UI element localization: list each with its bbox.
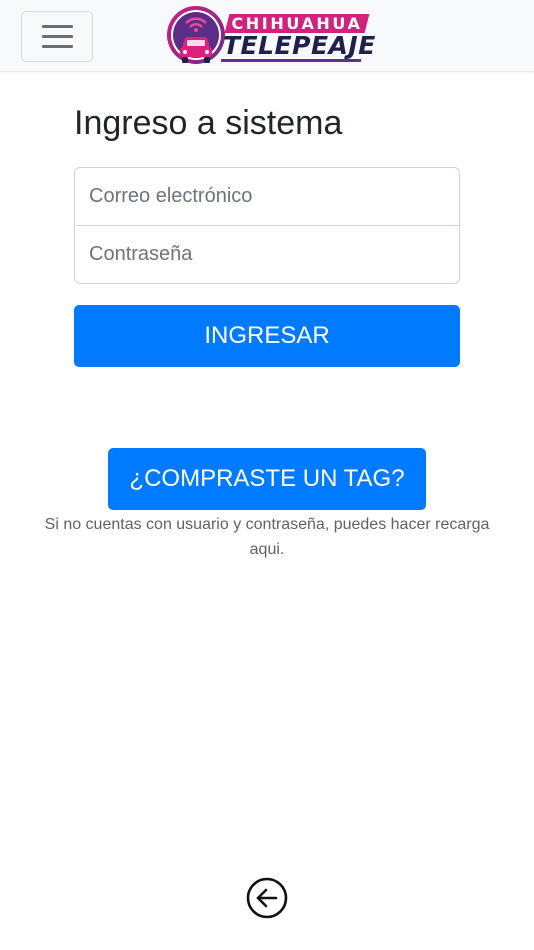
brand-logo[interactable]: CHIHUAHUA TELEPEAJE <box>165 2 375 68</box>
arrow-left-circle-icon <box>246 877 288 919</box>
back-button[interactable] <box>245 876 289 920</box>
email-field[interactable] <box>74 167 460 226</box>
bought-tag-button[interactable]: ¿COMPRASTE UN TAG? <box>108 448 426 510</box>
login-button[interactable]: INGRESAR <box>74 305 460 367</box>
menu-toggle-button[interactable] <box>21 11 93 62</box>
password-field[interactable] <box>74 225 460 284</box>
car-signal-icon <box>167 6 225 64</box>
page-title: Ingreso a sistema <box>74 104 343 142</box>
navbar: CHIHUAHUA TELEPEAJE <box>0 0 534 72</box>
logo-underline <box>221 59 361 62</box>
logo-line2: TELEPEAJE <box>223 31 376 60</box>
help-text-block: Si no cuentas con usuario y contraseña, … <box>20 512 514 562</box>
recharge-link[interactable]: aqui. <box>250 541 285 558</box>
help-text: Si no cuentas con usuario y contraseña, … <box>44 516 490 533</box>
